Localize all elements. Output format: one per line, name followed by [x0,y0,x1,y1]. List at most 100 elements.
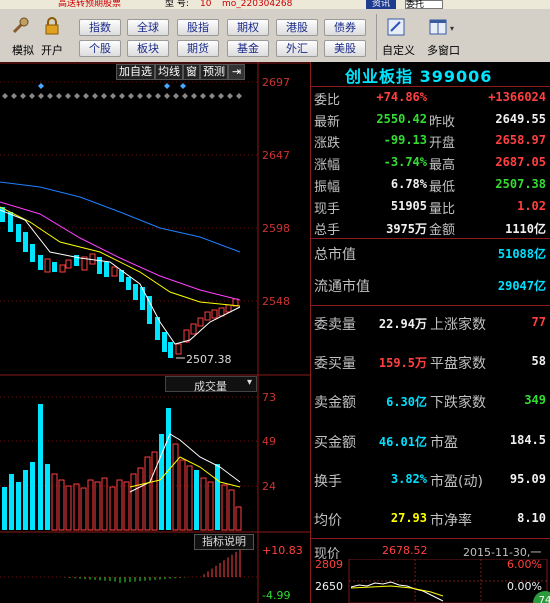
quote-rows: 委比 +74.86% +1366024 最新 2550.42 昨收 2649.55… [311,87,550,241]
customize-icon[interactable] [386,17,406,37]
stats-label: 下跌家数 [430,395,486,412]
quote-label: 昨收 [429,114,456,130]
btn-fund[interactable]: 基金 [227,40,269,57]
quote-label: 最高 [429,158,456,174]
multi-window-label[interactable]: 多窗口 [427,44,460,57]
btn-sector[interactable]: 板块 [127,40,169,57]
stats-value: 8.10 [517,511,546,525]
stats-label: 市净率 [430,513,472,529]
simulate-label[interactable]: 模拟 [12,44,34,57]
customize-label[interactable]: 自定义 [382,44,415,57]
quote-value: 1110亿 [505,222,546,237]
index-title: 创业板指 399006 [345,67,493,86]
volume-axis-label: 73 [262,391,276,404]
stats-value: 95.09 [509,471,546,486]
stats-label: 换手 [314,473,342,490]
btn-bond[interactable]: 债券 [324,19,366,36]
btn-hk[interactable]: 港股 [276,19,318,36]
chart-panel: 加自选 均线 窗 预测 ⇥ 2697 2647 2598 2548 2507.3… [0,62,310,603]
quote-value: 51905 [390,198,427,213]
lock-icon[interactable] [42,16,62,36]
stats-value: 27.93 [390,511,427,525]
open-account-label[interactable]: 开户 [41,44,63,57]
multi-window-icon[interactable] [428,17,448,37]
volume-axis-label: 24 [262,480,276,493]
stats-label: 委卖量 [314,317,356,333]
volume-dropdown-label: 成交量 [194,380,227,393]
stats-value: 77 [531,315,546,329]
btn-forex[interactable]: 外汇 [276,40,318,57]
forecast-button[interactable]: 预测 [200,64,228,80]
mini-axis-left: 2650 [315,580,343,593]
btn-futures[interactable]: 期货 [177,40,219,57]
stats-value: 6.30亿 [386,395,427,410]
quote-label: 涨跌 [314,136,341,152]
order-select[interactable]: 委托 [405,0,443,9]
quote-value: -99.13 [383,133,427,148]
mini-axis-left: 2809 [315,558,343,571]
quote-value: +74.86% [376,90,427,104]
quote-value: 2649.55 [495,111,546,126]
stats-value: 3.82% [390,471,427,486]
btn-single-stock[interactable]: 个股 [79,40,121,57]
quote-label: 涨幅 [314,158,341,174]
volume-dropdown[interactable]: 成交量 ▾ [165,376,257,393]
quote-value: 6.78% [390,176,427,191]
btn-global[interactable]: 全球 [127,19,169,36]
quote-value: 2550.42 [376,111,427,126]
kline-chart[interactable] [0,62,310,603]
stats-label: 均价 [314,513,342,529]
quote-label: 开盘 [429,136,456,152]
btn-index[interactable]: 指数 [79,19,121,36]
ma-button[interactable]: 均线 [155,64,183,80]
stats-value: 46.01亿 [378,434,427,449]
total-mcap-label: 总市值 [314,247,356,263]
quote-label: 振幅 [314,179,341,195]
chevron-down-icon: ▾ [246,377,252,388]
wrench-icon[interactable] [10,16,30,36]
toolbar: 高送转预期股票 型 号: 10 mo_220304268 资讯 委托 模拟 开户… [0,0,550,62]
price-axis-label: 2598 [262,222,290,235]
quote-header: 创业板指 399006 [311,62,550,86]
mini-chart[interactable]: 现价 2678.52 2015-11-30,一 2809 2650 6.00% … [311,539,550,603]
stats-label: 卖金额 [314,395,356,412]
notice-text[interactable]: 高送转预期股票 [58,0,121,9]
btn-us-stock[interactable]: 美股 [324,40,366,57]
total-mcap-value: 51088亿 [497,247,546,261]
indicator-help-button[interactable]: 指标说明 [194,534,254,550]
btn-stock-index[interactable]: 股指 [177,19,219,36]
stats-label: 市盈 [430,434,458,451]
stats-value: 184.5 [509,432,546,447]
stats-label: 上涨家数 [430,317,486,333]
quote-label: 量比 [429,201,456,217]
float-mcap-label: 流通市值 [314,279,370,295]
quote-panel: 创业板指 399006 委比 +74.86% +1366024 最新 2550.4… [311,62,550,603]
quote-value: 2658.97 [495,133,546,148]
btn-options[interactable]: 期权 [227,19,269,36]
quote-label: 最低 [429,179,456,195]
window-button[interactable]: 窗 [183,64,200,80]
chevron-down-icon[interactable]: ▾ [450,24,454,33]
quote-value: 2687.05 [495,155,546,170]
stats-label: 平盘家数 [430,356,486,373]
volume-axis-label: 49 [262,435,276,448]
stats-value: 22.94万 [378,317,427,331]
chart-menu: 加自选 均线 窗 预测 ⇥ [116,64,246,80]
low-price-marker: 2507.38 [186,353,232,366]
price-axis-label: 2548 [262,295,290,308]
toolbar-divider [376,14,377,60]
float-mcap-value: 29047亿 [497,279,546,293]
stats-value: 349 [524,393,546,408]
news-button[interactable]: 资讯 [366,0,396,9]
mini-axis-right: 6.00% [507,558,542,571]
quote-label: 最新 [314,114,341,130]
panel-divider [310,62,311,603]
quote-value: -3.74% [383,155,427,170]
indicator-axis-label: -4.99 [262,589,291,602]
top-status-line: 高送转预期股票 型 号: 10 mo_220304268 资讯 委托 [0,0,550,9]
indicator-axis-label: +10.83 [262,544,303,557]
stats-rows: 委卖量 22.94万 上涨家数 77 委买量 159.5万 平盘家数 58 卖金额 … [311,306,550,542]
stats-value: 58 [531,354,546,369]
add-favorite-button[interactable]: 加自选 [116,64,155,80]
expand-icon[interactable]: ⇥ [228,64,246,80]
